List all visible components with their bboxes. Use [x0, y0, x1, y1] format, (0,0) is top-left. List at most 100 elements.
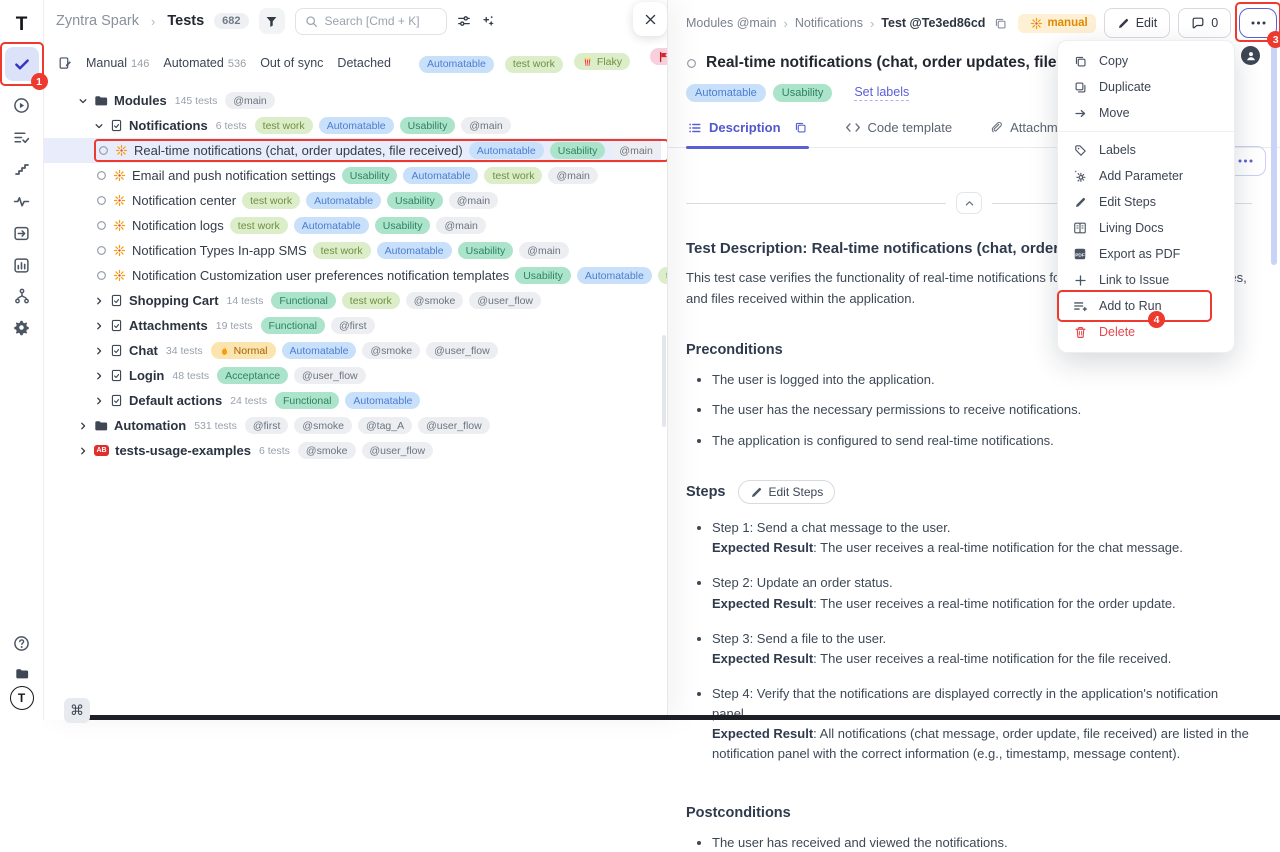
sidebar-item-defects-list[interactable]: [7, 122, 37, 152]
tag-icon: [1072, 144, 1088, 157]
edit-steps-button[interactable]: Edit Steps: [738, 480, 836, 504]
tree-row[interactable]: Email and push notification settingsUsab…: [44, 163, 661, 188]
tab-code-template[interactable]: Code template: [843, 116, 955, 147]
assignee-avatar[interactable]: [1241, 46, 1260, 65]
tag-chip: @main: [611, 142, 660, 159]
tree-row-count: 34 tests: [166, 345, 203, 357]
close-panel-button[interactable]: [633, 2, 667, 36]
search-icon: [305, 15, 318, 28]
sidebar-item-settings-gear[interactable]: [7, 312, 37, 342]
sidebar-item-reports-chart[interactable]: [7, 250, 37, 280]
listplus-icon: [1072, 299, 1088, 313]
tab-label: Code template: [868, 120, 953, 135]
tag-chip[interactable]: Flaky: [574, 53, 630, 70]
annotation-badge-1: 1: [31, 73, 48, 90]
menu-item-link-to-issue[interactable]: Link to Issue: [1058, 267, 1234, 293]
menu-item-add-to-run[interactable]: Add to Run4: [1058, 293, 1234, 319]
filter-out-of-sync[interactable]: Out of sync: [260, 54, 323, 71]
menu-item-label: Delete: [1099, 325, 1135, 339]
chevron-right-icon: [78, 421, 88, 431]
tree-row-label: Email and push notification settings: [132, 168, 336, 183]
comments-button[interactable]: 0: [1178, 8, 1231, 38]
tag-chip: Acceptance: [217, 367, 288, 384]
sidebar-item-import[interactable]: [7, 218, 37, 248]
tag-chip-label: Functional: [283, 395, 331, 407]
filter-button[interactable]: [259, 8, 285, 34]
menu-item-delete[interactable]: Delete: [1058, 319, 1234, 345]
search-input[interactable]: [295, 8, 447, 35]
clipboard-edit-icon[interactable]: [58, 56, 72, 70]
tag-chip: @smoke: [298, 442, 356, 459]
step-expected: Expected Result: The user receives a rea…: [712, 594, 1252, 614]
tree-row[interactable]: Shopping Cart14 testsFunctionaltest work…: [44, 288, 661, 313]
sidebar-item-tests[interactable]: 1: [5, 47, 39, 81]
collapse-button[interactable]: [956, 192, 982, 214]
tree-row[interactable]: Default actions24 testsFunctionalAutomat…: [44, 388, 661, 413]
tree-row[interactable]: Notifications6 teststest workAutomatable…: [44, 113, 661, 138]
detail-scrollbar[interactable]: [1271, 45, 1277, 265]
sidebar-item-workflow-branch[interactable]: [7, 281, 37, 311]
menu-item-move[interactable]: Move: [1058, 100, 1234, 126]
projects-folder-icon: [15, 667, 29, 681]
copy-icon[interactable]: [794, 121, 807, 134]
account-avatar[interactable]: T: [10, 686, 34, 710]
more-actions-menu: CopyDuplicate Move LabelsAdd ParameterEdit…: [1057, 40, 1235, 353]
menu-item-edit-steps[interactable]: Edit Steps: [1058, 189, 1234, 215]
sidebar-item-projects-folder[interactable]: [7, 659, 37, 689]
arrowR-icon: [1072, 107, 1088, 120]
menu-item-labels[interactable]: Labels: [1058, 137, 1234, 163]
flag-chip[interactable]: [650, 48, 668, 65]
chevron-down-icon: [78, 96, 88, 106]
tag-chip: Usability: [458, 242, 514, 259]
tree-row-label: Notification Types In-app SMS: [132, 243, 307, 258]
tag-chip-label: Normal: [234, 345, 268, 357]
tree-row[interactable]: Notification logstest workAutomatableUsa…: [44, 213, 661, 238]
tag-chip-label: Automatable: [585, 270, 644, 282]
copy-icon[interactable]: [994, 17, 1007, 30]
tree-row[interactable]: Automation531 tests@first@smoke@tag_A@us…: [44, 413, 661, 438]
tag-chip[interactable]: Automatable: [419, 56, 494, 73]
help-icon: [13, 635, 30, 652]
breadcrumb-modules[interactable]: Modules @main: [686, 16, 777, 30]
filter-automated[interactable]: Automated536: [163, 54, 246, 71]
tab-description[interactable]: Description: [686, 116, 809, 147]
tree-row[interactable]: ABtests-usage-examples6 tests@smoke@user…: [44, 438, 661, 463]
breadcrumb-notifications[interactable]: Notifications: [795, 16, 863, 30]
tag-chip: @main: [548, 167, 597, 184]
tree-row[interactable]: Modules145 tests@main: [44, 88, 661, 113]
firework-icon: [113, 269, 126, 282]
menu-item-copy[interactable]: Copy: [1058, 48, 1234, 74]
sidebar-item-help[interactable]: [7, 628, 37, 658]
step-text: Step 1: Send a chat message to the user.: [712, 518, 1252, 538]
sliders-icon[interactable]: [457, 14, 471, 28]
tree-row[interactable]: Notification centertest workAutomatableU…: [44, 188, 661, 213]
sidebar-item-steps-stairs[interactable]: [7, 154, 37, 184]
set-labels-link[interactable]: Set labels: [854, 85, 909, 101]
filter-detached[interactable]: Detached: [337, 54, 391, 71]
tag-chip-label: Usability: [523, 270, 563, 282]
tag-chip: @user_flow: [426, 342, 498, 359]
ai-sparkles-icon[interactable]: [481, 14, 495, 28]
menu-item-living-docs[interactable]: Living Docs: [1058, 215, 1234, 241]
tree-row[interactable]: Notification Customization user preferen…: [44, 263, 661, 288]
sidebar-item-runs-play[interactable]: [7, 90, 37, 120]
filter-manual[interactable]: Manual146: [86, 54, 149, 71]
menu-item-export-as-pdf[interactable]: PDFExport as PDF: [1058, 241, 1234, 267]
search-field[interactable]: [325, 14, 437, 28]
tree-row[interactable]: Real-time notifications (chat, order upd…: [44, 138, 661, 163]
edit-button[interactable]: Edit: [1104, 8, 1171, 38]
sidebar-item-activity-pulse[interactable]: [7, 186, 37, 216]
tag-chip[interactable]: test work: [505, 56, 563, 73]
runs-play-icon: [13, 97, 30, 114]
tree-row[interactable]: Attachments19 testsFunctional@first: [44, 313, 661, 338]
breadcrumb-project[interactable]: Zyntra Spark: [56, 13, 139, 29]
breadcrumb-test-id[interactable]: Test @Te3ed86cd: [881, 16, 985, 30]
tag-chip-label: @user_flow: [434, 345, 490, 357]
menu-item-add-parameter[interactable]: Add Parameter: [1058, 163, 1234, 189]
tree-row[interactable]: Notification Types In-app SMStest workAu…: [44, 238, 661, 263]
tree-row[interactable]: Login48 testsAcceptance@user_flow: [44, 363, 661, 388]
tree-scrollbar[interactable]: [662, 335, 666, 427]
tree-row[interactable]: Chat34 testsNormalAutomatable@smoke@user…: [44, 338, 661, 363]
menu-item-label: Move: [1099, 106, 1130, 120]
menu-item-duplicate[interactable]: Duplicate: [1058, 74, 1234, 100]
